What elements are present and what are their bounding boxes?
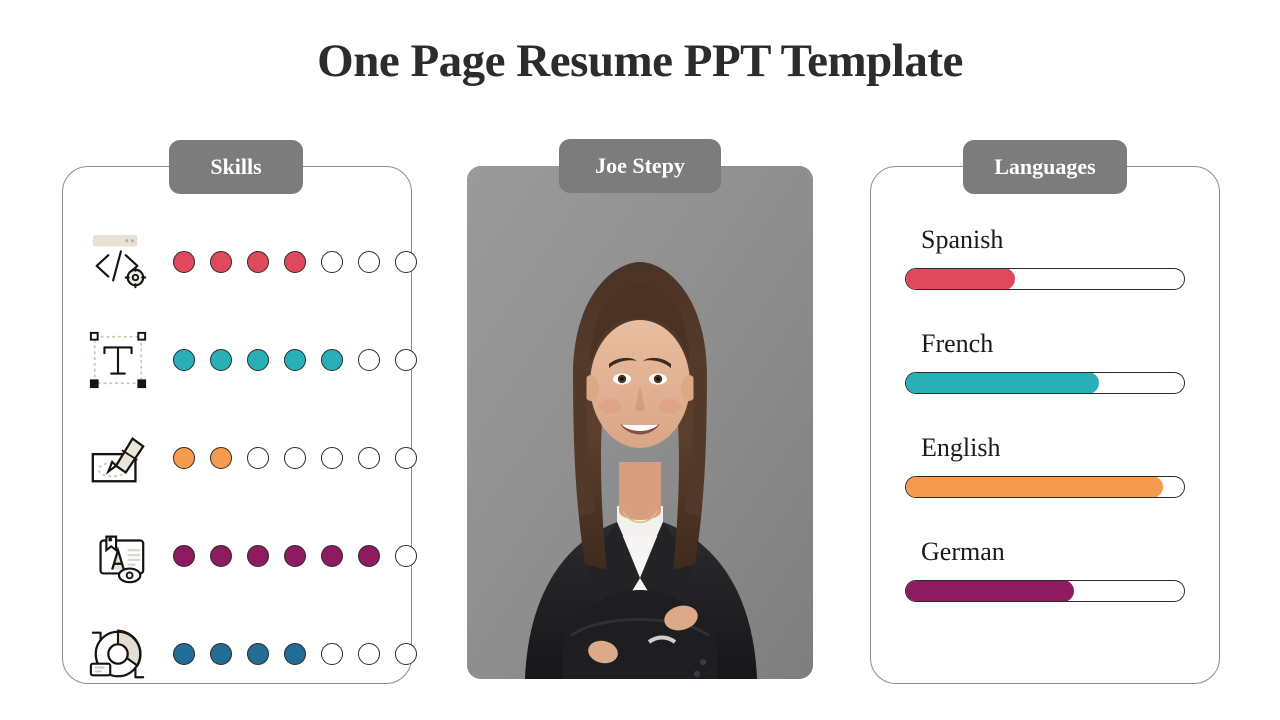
skill-dot-filled[interactable] (321, 349, 343, 371)
page-title: One Page Resume PPT Template (317, 35, 963, 87)
skill-dot-empty[interactable] (395, 447, 417, 469)
language-list: Spanish French English German (871, 225, 1219, 641)
skill-dot-empty[interactable] (358, 349, 380, 371)
skill-dot-empty[interactable] (321, 447, 343, 469)
code-window-gear-icon (87, 231, 149, 293)
skill-dot-filled[interactable] (284, 251, 306, 273)
skills-card: Skills (62, 140, 417, 684)
profile-photo (467, 166, 813, 679)
skill-dot-filled[interactable] (210, 251, 232, 273)
donut-chart-icon (87, 623, 149, 685)
skill-dot-filled[interactable] (210, 349, 232, 371)
language-progress-track[interactable] (905, 580, 1185, 602)
profile-name-badge: Joe Stepy (559, 139, 721, 193)
skill-row (63, 311, 417, 409)
language-progress-fill (906, 269, 1016, 289)
skill-dot-empty[interactable] (321, 643, 343, 665)
branding-label-icon (87, 525, 149, 587)
skill-dot-filled[interactable] (210, 447, 232, 469)
language-progress-track[interactable] (905, 476, 1185, 498)
skill-dot-empty[interactable] (358, 251, 380, 273)
skill-dot-filled[interactable] (358, 545, 380, 567)
language-progress-track[interactable] (905, 372, 1185, 394)
skill-rating-dots (173, 545, 417, 567)
skill-dot-filled[interactable] (321, 545, 343, 567)
skill-rating-dots (173, 643, 417, 665)
skill-rating-dots (173, 251, 417, 273)
skill-dot-empty[interactable] (284, 447, 306, 469)
skill-dot-filled[interactable] (284, 545, 306, 567)
skills-row-list (63, 213, 417, 703)
skill-dot-filled[interactable] (284, 349, 306, 371)
language-item: English (905, 433, 1185, 498)
skill-dot-filled[interactable] (173, 545, 195, 567)
language-item: German (905, 537, 1185, 602)
skill-dot-filled[interactable] (247, 643, 269, 665)
typography-text-icon (87, 329, 149, 391)
skill-dot-empty[interactable] (395, 251, 417, 273)
skill-dot-filled[interactable] (210, 643, 232, 665)
profile-name-label: Joe Stepy (595, 153, 685, 178)
skill-dot-filled[interactable] (173, 251, 195, 273)
skill-row (63, 213, 417, 311)
skill-dot-filled[interactable] (284, 643, 306, 665)
language-progress-fill (906, 477, 1163, 497)
skill-row (63, 409, 417, 507)
skill-dot-empty[interactable] (247, 447, 269, 469)
skill-dot-empty[interactable] (395, 643, 417, 665)
skill-dot-filled[interactable] (173, 349, 195, 371)
language-name-label: Spanish (921, 225, 1004, 254)
language-name-label: English (921, 433, 1001, 462)
skill-dot-empty[interactable] (321, 251, 343, 273)
language-progress-fill (906, 581, 1074, 601)
skill-rating-dots (173, 349, 417, 371)
skills-badge-label: Skills (210, 154, 262, 179)
skill-dot-filled[interactable] (247, 349, 269, 371)
skill-row (63, 507, 417, 605)
headshot-illustration (467, 166, 813, 679)
language-progress-track[interactable] (905, 268, 1185, 290)
language-progress-fill (906, 373, 1099, 393)
skill-dot-empty[interactable] (358, 643, 380, 665)
skill-dot-filled[interactable] (173, 447, 195, 469)
skill-dot-filled[interactable] (247, 251, 269, 273)
skill-dot-empty[interactable] (358, 447, 380, 469)
skill-dot-filled[interactable] (173, 643, 195, 665)
languages-section-badge: Languages (963, 140, 1127, 194)
language-item: Spanish (905, 225, 1185, 290)
skill-rating-dots (173, 447, 417, 469)
languages-badge-label: Languages (994, 154, 1096, 179)
highlighter-marker-icon (87, 427, 149, 489)
language-name-label: French (921, 329, 994, 358)
skill-row (63, 605, 417, 703)
languages-card: Languages Spanish French English German (870, 140, 1220, 684)
skill-dot-filled[interactable] (247, 545, 269, 567)
skill-dot-empty[interactable] (395, 349, 417, 371)
skill-dot-filled[interactable] (210, 545, 232, 567)
skill-dot-empty[interactable] (395, 545, 417, 567)
skills-section-badge: Skills (169, 140, 303, 194)
language-item: French (905, 329, 1185, 394)
language-name-label: German (921, 537, 1005, 566)
